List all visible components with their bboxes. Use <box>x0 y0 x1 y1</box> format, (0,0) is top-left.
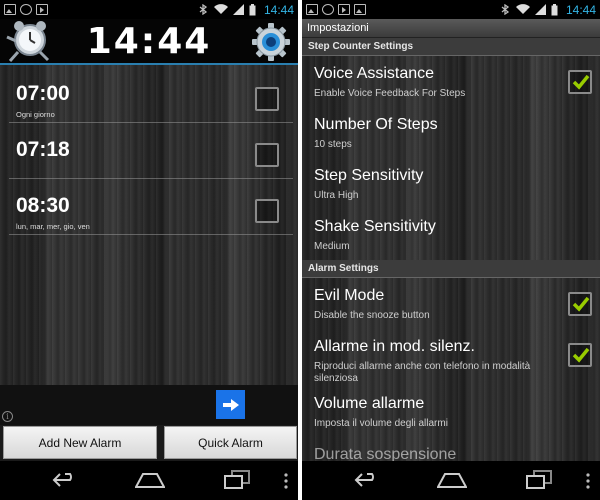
pref-alarm-volume[interactable]: Volume allarme Imposta il volume degli a… <box>302 386 600 437</box>
pref-summary: Enable Voice Feedback For Steps <box>314 88 466 99</box>
checkmark-icon <box>572 347 590 363</box>
settings-screen: 14:44 Impostazioni Step Counter Settings… <box>302 0 600 500</box>
home-icon[interactable] <box>437 471 467 489</box>
home-icon[interactable] <box>135 471 165 489</box>
image-notification-icon <box>354 4 366 15</box>
pref-silent-mode-alarm[interactable]: Allarme in mod. silenz. Riproduci allarm… <box>302 329 600 386</box>
pref-title: Number Of Steps <box>314 116 438 133</box>
checkmark-icon <box>572 74 590 90</box>
alarm-enable-checkbox[interactable] <box>255 143 279 167</box>
gear-icon[interactable] <box>252 23 290 61</box>
status-bar: 14:44 <box>0 0 298 19</box>
alarm-time: 07:18 <box>16 138 70 161</box>
battery-icon <box>551 3 558 15</box>
overflow-menu-icon[interactable] <box>586 473 590 489</box>
status-time: 14:44 <box>263 2 294 17</box>
pref-summary: 10 steps <box>314 139 352 150</box>
image-notification-icon <box>4 4 16 15</box>
recent-apps-icon[interactable] <box>526 470 552 490</box>
voice-assistance-checkbox[interactable] <box>568 70 592 94</box>
alarm-enable-checkbox[interactable] <box>255 199 279 223</box>
pref-title: Voice Assistance <box>314 65 435 82</box>
pref-summary: Medium <box>314 241 350 252</box>
pref-summary: Riproduci allarme anche con telefono in … <box>314 361 531 384</box>
pref-title: Volume allarme <box>314 395 425 412</box>
pref-title: Step Sensitivity <box>314 167 424 184</box>
category-header-alarm: Alarm Settings <box>302 260 600 278</box>
navigation-bar <box>0 461 298 500</box>
alarm-notification-icon <box>322 4 334 15</box>
pref-title: Shake Sensitivity <box>314 218 436 235</box>
ad-info-icon[interactable]: i <box>2 411 13 422</box>
play-store-notification-icon <box>338 4 350 15</box>
pref-step-sensitivity[interactable]: Step Sensitivity Ultra High <box>302 158 600 209</box>
silent-mode-alarm-checkbox[interactable] <box>568 343 592 367</box>
alarm-list: 07:00 Ogni giorno 07:18 08:30 lun, mar, … <box>0 67 298 385</box>
battery-icon <box>249 3 256 15</box>
alarm-screen: 14:44 14:44 07:00 Ogni giorno 07:18 08:3… <box>0 0 298 500</box>
bluetooth-off-icon <box>501 4 510 15</box>
pref-evil-mode[interactable]: Evil Mode Disable the snooze button <box>302 278 600 329</box>
wifi-icon <box>213 4 228 15</box>
pref-summary: Imposta il volume degli allarmi <box>314 418 448 429</box>
signal-icon <box>534 4 546 15</box>
pref-title: Evil Mode <box>314 287 385 304</box>
alarm-time: 08:30 <box>16 194 70 217</box>
back-icon[interactable] <box>52 471 78 489</box>
pref-title: Allarme in mod. silenz. <box>314 338 475 355</box>
pref-number-of-steps[interactable]: Number Of Steps 10 steps <box>302 107 600 158</box>
navigation-bar <box>302 461 600 500</box>
pref-summary: Ultra High <box>314 190 359 201</box>
alarm-time: 07:00 <box>16 82 70 105</box>
status-time: 14:44 <box>565 2 596 17</box>
alarm-notification-icon <box>20 4 32 15</box>
pref-shake-sensitivity[interactable]: Shake Sensitivity Medium <box>302 209 600 260</box>
pref-snooze-duration[interactable]: Durata sospensione <box>302 437 600 461</box>
checkmark-icon <box>572 296 590 312</box>
alarm-row[interactable]: 08:30 lun, mar, mer, gio, ven <box>9 179 293 235</box>
arrow-right-icon[interactable] <box>216 390 245 419</box>
alarm-row[interactable]: 07:18 <box>9 123 293 179</box>
back-icon[interactable] <box>354 471 380 489</box>
pref-title: Durata sospensione <box>314 446 457 461</box>
status-bar: 14:44 <box>302 0 600 19</box>
action-button-bar: Add New Alarm Quick Alarm <box>0 425 298 461</box>
alarm-row[interactable]: 07:00 Ogni giorno <box>9 67 293 123</box>
image-notification-icon <box>306 4 318 15</box>
quick-alarm-button[interactable]: Quick Alarm <box>164 426 297 459</box>
bluetooth-off-icon <box>199 4 208 15</box>
app-header: 14:44 <box>0 19 298 65</box>
ad-banner[interactable]: i <box>0 385 298 425</box>
category-header-step-counter: Step Counter Settings <box>302 38 600 56</box>
alarm-days: lun, mar, mer, gio, ven <box>16 222 90 231</box>
signal-icon <box>232 4 244 15</box>
pref-voice-assistance[interactable]: Voice Assistance Enable Voice Feedback F… <box>302 56 600 107</box>
alarm-enable-checkbox[interactable] <box>255 87 279 111</box>
add-new-alarm-button[interactable]: Add New Alarm <box>3 426 157 459</box>
evil-mode-checkbox[interactable] <box>568 292 592 316</box>
play-store-notification-icon <box>36 4 48 15</box>
page-title: Impostazioni <box>302 19 600 38</box>
overflow-menu-icon[interactable] <box>284 473 288 489</box>
alarm-days: Ogni giorno <box>16 110 55 119</box>
pref-summary: Disable the snooze button <box>314 310 430 321</box>
wifi-icon <box>515 4 530 15</box>
settings-list: Step Counter Settings Voice Assistance E… <box>302 38 600 461</box>
recent-apps-icon[interactable] <box>224 470 250 490</box>
